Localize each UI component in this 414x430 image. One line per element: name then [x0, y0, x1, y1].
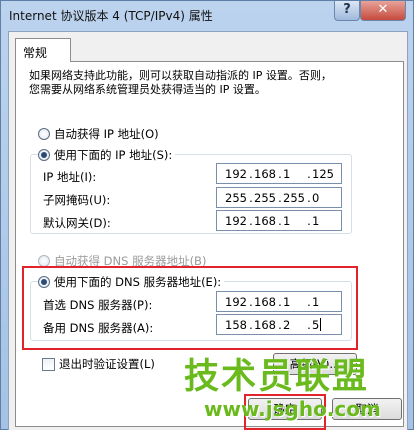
ip-octet-2: 168 — [254, 166, 276, 181]
properties-window: Internet 协议版本 4 (TCP/IPv4) 属性 ? ✕ 常规 如果网… — [0, 0, 414, 430]
gateway-octet-3: 1 — [283, 213, 291, 228]
description-line-2: 您需要从网络系统管理员处获得适当的 IP 设置。 — [29, 83, 266, 96]
ip-address-input[interactable]: 192. 168. 1. 125 — [216, 163, 342, 184]
gateway-octet-4: 1 — [312, 213, 320, 228]
description-line-1: 如果网络支持此功能，则可以获取自动指派的 IP 设置。否则， — [29, 69, 332, 82]
mask-octet-4: 0 — [312, 190, 320, 205]
ip-octet-1: 192 — [225, 166, 247, 181]
validate-on-exit-label: 退出时验证设置(L) — [59, 357, 155, 371]
mask-octet-3: 255 — [283, 190, 305, 205]
description-text: 如果网络支持此功能，则可以获取自动指派的 IP 设置。否则， 您需要从网络系统管… — [29, 69, 379, 97]
mask-octet-2: 255 — [254, 190, 276, 205]
title-bar[interactable]: Internet 协议版本 4 (TCP/IPv4) 属性 ? ✕ — [1, 1, 413, 31]
window-title: Internet 协议版本 4 (TCP/IPv4) 属性 — [9, 9, 213, 23]
auto-ip-radio[interactable] — [38, 128, 50, 140]
ip-octet-4: 125 — [312, 166, 334, 181]
dns-highlight-box — [22, 266, 358, 350]
gateway-octet-1: 192 — [225, 213, 247, 228]
watermark-brand: 技术员联盟 — [184, 357, 370, 397]
watermark-url: www.jsgho.com — [204, 397, 381, 421]
manual-ip-label: 使用下面的 IP 地址(S): — [54, 148, 173, 162]
ip-octet-3: 1 — [283, 166, 291, 181]
auto-ip-label: 自动获得 IP 地址(O) — [54, 127, 159, 141]
tab-general[interactable]: 常规 — [15, 38, 71, 62]
manual-ip-radio[interactable] — [38, 149, 50, 161]
default-gateway-label: 默认网关(D): — [43, 216, 111, 230]
watermark-logo: 技术员联盟 www.jsgho.com — [184, 357, 381, 421]
manual-ip-option[interactable]: 使用下面的 IP 地址(S): — [38, 147, 176, 163]
validate-on-exit-option[interactable]: 退出时验证设置(L) — [42, 356, 155, 372]
ip-address-label: IP 地址(I): — [43, 170, 97, 184]
gateway-octet-2: 168 — [254, 213, 276, 228]
subnet-mask-input[interactable]: 255. 255. 255. 0 — [216, 187, 342, 208]
auto-ip-option[interactable]: 自动获得 IP 地址(O) — [38, 126, 159, 142]
default-gateway-input[interactable]: 192. 168. 1. 1 — [216, 210, 342, 231]
help-button[interactable]: ? — [334, 1, 360, 21]
close-button[interactable]: ✕ — [360, 1, 406, 21]
mask-octet-1: 255 — [225, 190, 247, 205]
validate-on-exit-checkbox[interactable] — [42, 357, 55, 371]
subnet-mask-label: 子网掩码(U): — [43, 193, 111, 207]
